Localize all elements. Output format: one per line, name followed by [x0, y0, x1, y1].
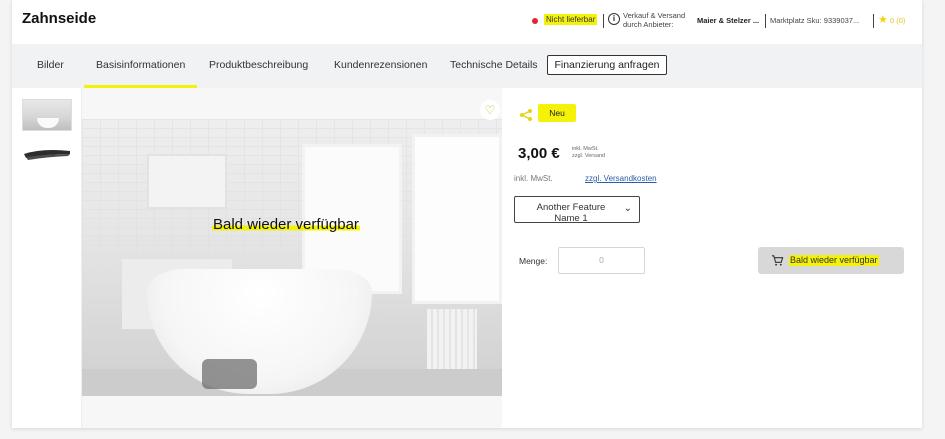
price-note: inkl. MwSt. zzgl. Versand [572, 146, 605, 160]
tab-produktbeschreibung[interactable]: Produktbeschreibung [209, 59, 308, 71]
shipping-line-2: durch Anbieter: [623, 20, 674, 29]
shipping-costs-link[interactable]: zzgl. Versandkosten [585, 174, 657, 183]
thumbnail-flat-iron[interactable] [22, 146, 72, 162]
chevron-down-icon: ⌄ [623, 203, 632, 214]
price-note-shipping: zzgl. Versand [572, 153, 606, 159]
share-icon[interactable] [519, 108, 533, 122]
shipping-line-1: Verkauf & Versand [623, 11, 686, 20]
vat-label: inkl. MwSt. [514, 174, 553, 183]
product-header: Zahnseide Nicht lieferbar i Verkauf & Ve… [12, 0, 922, 44]
quantity-label: Menge: [519, 256, 548, 266]
marketplace-sku: Marktplatz Sku: 9339037... [770, 16, 860, 25]
quantity-input[interactable]: 0 [558, 247, 645, 274]
heart-icon[interactable]: ♡ [480, 100, 500, 120]
availability-status: Nicht lieferbar [544, 14, 598, 25]
rating-count[interactable]: 0 (0) [890, 16, 905, 25]
tab-kundenrezensionen[interactable]: Kundenrezensionen [334, 59, 427, 71]
star-icon: ★ [878, 14, 888, 26]
new-badge: Neu [538, 104, 576, 122]
price-note-vat: inkl. MwSt. [572, 146, 599, 152]
cart-icon [771, 255, 784, 266]
tab-basisinformationen[interactable]: Basisinformationen [96, 59, 185, 71]
divider [603, 14, 604, 28]
thumbnail-list [12, 88, 82, 428]
seller-name[interactable]: Maier & Stelzer ... [697, 16, 759, 25]
product-image-area: Bald wieder verfügbar [82, 88, 502, 428]
availability-overlay: Bald wieder verfügbar [212, 216, 360, 233]
info-icon[interactable]: i [608, 13, 620, 25]
product-title: Zahnseide [22, 10, 97, 27]
divider [765, 14, 766, 28]
tab-bar: Bilder Basisinformationen Produktbeschre… [12, 44, 922, 88]
add-to-cart-label: Bald wieder verfügbar [789, 255, 879, 266]
thumbnail-bathroom[interactable] [22, 99, 72, 131]
tab-bilder[interactable]: Bilder [37, 59, 64, 71]
price: 3,00 € [518, 145, 560, 162]
feature-select[interactable]: Another Feature Name 1 ⌄ [514, 196, 640, 224]
divider [873, 14, 874, 28]
financing-button[interactable]: Finanzierung anfragen [547, 55, 667, 75]
tab-technische-details[interactable]: Technische Details [450, 59, 538, 71]
status-dot-icon [532, 18, 538, 24]
feature-select-value: Another Feature Name 1 [536, 202, 606, 224]
shipping-info: Verkauf & Versand durch Anbieter: [623, 11, 685, 29]
product-photo[interactable] [82, 119, 502, 396]
add-to-cart-button[interactable]: Bald wieder verfügbar [758, 247, 904, 274]
product-card: Zahnseide Nicht lieferbar i Verkauf & Ve… [12, 0, 922, 428]
